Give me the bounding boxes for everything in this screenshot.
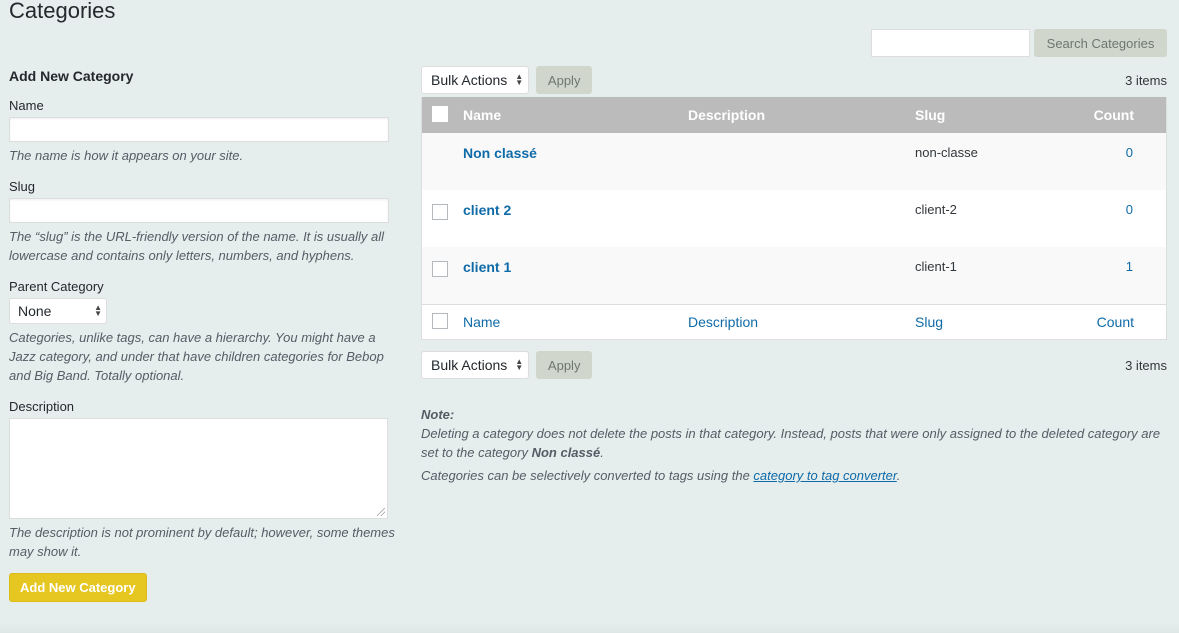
category-name-link[interactable]: client 1 bbox=[463, 259, 511, 275]
tablenav-bottom: Bulk Actions ▲ ▼ Apply 3 items bbox=[421, 351, 1167, 379]
row-checkbox[interactable] bbox=[432, 204, 448, 223]
items-count-top: 3 items bbox=[1125, 72, 1167, 88]
items-count-bottom: 3 items bbox=[1125, 357, 1167, 373]
parent-label: Parent Category bbox=[9, 279, 104, 294]
category-count-link[interactable]: 1 bbox=[1126, 259, 1133, 274]
table-row: Non classé non-classe 0 bbox=[422, 133, 1166, 190]
select-arrows-icon: ▲ ▼ bbox=[515, 357, 524, 372]
column-footer-name[interactable]: Name bbox=[463, 314, 500, 330]
table-row: client 1 client-1 1 bbox=[422, 247, 1166, 304]
footer-edge bbox=[0, 623, 1179, 633]
slug-help: The “slug” is the URL-friendly version o… bbox=[9, 229, 384, 263]
column-header-slug[interactable]: Slug bbox=[915, 107, 945, 123]
note-line-1: Deleting a category does not delete the … bbox=[421, 424, 1161, 462]
bulk-actions-label: Bulk Actions bbox=[431, 72, 508, 88]
bulk-actions-select-bottom[interactable]: Bulk Actions ▲ ▼ bbox=[421, 351, 530, 379]
category-count-link[interactable]: 0 bbox=[1126, 202, 1133, 217]
table-row: client 2 client-2 0 bbox=[422, 190, 1166, 247]
categories-table: Name Description Slug Count Non classé n… bbox=[421, 97, 1167, 340]
category-name-link[interactable]: Non classé bbox=[463, 145, 537, 161]
parent-selected-value: None bbox=[18, 303, 52, 319]
search-categories-button[interactable]: Search Categories bbox=[1034, 29, 1167, 57]
note-line-2-text: Categories can be selectively converted … bbox=[421, 468, 754, 483]
add-new-category-button[interactable]: Add New Category bbox=[9, 573, 147, 602]
note-line-2-end: . bbox=[896, 468, 901, 483]
column-footer-count[interactable]: Count bbox=[1097, 314, 1134, 330]
category-count-link[interactable]: 0 bbox=[1126, 145, 1133, 160]
note-line-2: Categories can be selectively converted … bbox=[421, 466, 1161, 485]
description-textarea[interactable] bbox=[9, 418, 388, 519]
column-header-description[interactable]: Description bbox=[688, 107, 765, 123]
parent-help: Categories, unlike tags, can have a hier… bbox=[9, 330, 384, 383]
slug-field-group: Slug The “slug” is the URL-friendly vers… bbox=[9, 179, 399, 265]
select-arrows-icon: ▲ ▼ bbox=[515, 72, 524, 87]
parent-category-select[interactable]: None ▲ ▼ bbox=[9, 298, 107, 324]
category-to-tag-converter-link[interactable]: category to tag converter bbox=[753, 468, 896, 483]
add-category-form: Add New Category Name The name is how it… bbox=[9, 68, 399, 602]
column-footer-slug[interactable]: Slug bbox=[915, 314, 943, 330]
slug-label: Slug bbox=[9, 179, 36, 194]
note-title: Note: bbox=[421, 407, 455, 422]
category-name-link[interactable]: client 2 bbox=[463, 202, 511, 218]
select-arrows-icon: ▲ ▼ bbox=[94, 303, 102, 318]
description-label: Description bbox=[9, 399, 75, 414]
note-line-1-end: . bbox=[600, 445, 604, 460]
search-input[interactable] bbox=[871, 29, 1030, 57]
page-title: Categories bbox=[9, 0, 116, 23]
parent-field-group: Parent Category None ▲ ▼ Categories, unli… bbox=[9, 279, 399, 385]
select-all-checkbox-footer[interactable] bbox=[432, 312, 448, 332]
table-footer: Name Description Slug Count bbox=[422, 304, 1166, 339]
category-slug: non-classe bbox=[915, 145, 978, 160]
column-header-count[interactable]: Count bbox=[1094, 107, 1134, 123]
tablenav-top: Bulk Actions ▲ ▼ Apply 3 items bbox=[421, 66, 1167, 94]
select-all-checkbox[interactable] bbox=[432, 105, 448, 125]
name-field-group: Name The name is how it appears on your … bbox=[9, 98, 399, 165]
category-slug: client-1 bbox=[915, 259, 957, 274]
apply-button-bottom[interactable]: Apply bbox=[536, 351, 593, 379]
add-category-heading: Add New Category bbox=[9, 68, 134, 84]
name-label: Name bbox=[9, 98, 44, 113]
column-header-name[interactable]: Name bbox=[463, 107, 501, 123]
category-slug: client-2 bbox=[915, 202, 957, 217]
default-category-name: Non classé bbox=[531, 445, 601, 460]
form-note: Note: Deleting a category does not delet… bbox=[421, 405, 1161, 485]
row-checkbox[interactable] bbox=[432, 261, 448, 280]
name-help: The name is how it appears on your site. bbox=[9, 148, 244, 163]
table-header: Name Description Slug Count bbox=[422, 97, 1166, 133]
column-footer-description[interactable]: Description bbox=[688, 314, 758, 330]
bulk-actions-select-top[interactable]: Bulk Actions ▲ ▼ bbox=[421, 66, 530, 94]
slug-input[interactable] bbox=[9, 198, 389, 223]
description-help: The description is not prominent by defa… bbox=[9, 525, 395, 559]
description-field-group: Description The description is not promi… bbox=[9, 399, 399, 561]
apply-button-top[interactable]: Apply bbox=[536, 66, 593, 94]
resize-grip-icon[interactable] bbox=[377, 508, 385, 516]
name-input[interactable] bbox=[9, 117, 389, 142]
bulk-actions-label: Bulk Actions bbox=[431, 357, 508, 373]
